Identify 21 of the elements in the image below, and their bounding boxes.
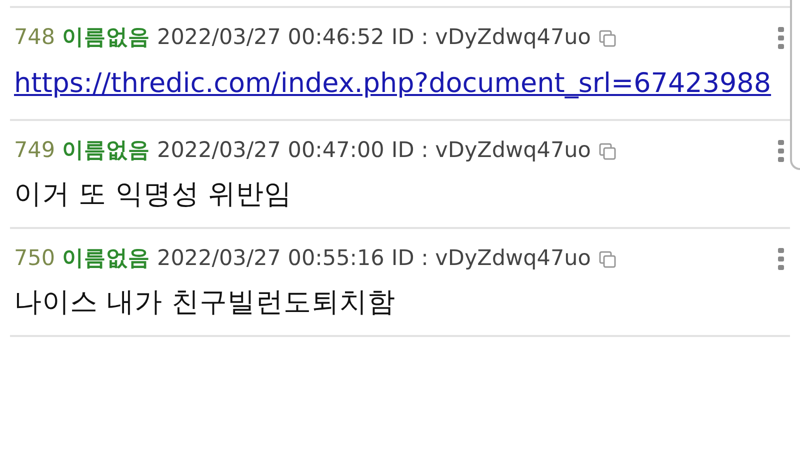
post-text: 나이스 내가 친구빌런도퇴치함 xyxy=(14,285,396,320)
post-number: 748 xyxy=(14,24,56,52)
more-options-icon[interactable] xyxy=(778,248,784,270)
copy-icon[interactable] xyxy=(598,250,616,268)
post-date: 2022/03/27 00:46:52 xyxy=(157,24,384,52)
user-id: ID : vDyZdwq47uo xyxy=(391,24,591,52)
post-number: 749 xyxy=(14,137,56,165)
post-text: 이거 또 익명성 위반임 xyxy=(14,177,294,212)
author-name: 이름없음 xyxy=(62,137,150,165)
copy-icon[interactable] xyxy=(598,142,616,160)
copy-icon[interactable] xyxy=(598,30,616,46)
post-date: 2022/03/27 00:55:16 xyxy=(157,245,384,273)
author-name: 이름없음 xyxy=(62,245,150,273)
post-link[interactable]: https://thredic.com/index.php?document_srl=67423988 xyxy=(14,68,772,99)
author-name: 이름없음 xyxy=(62,24,150,52)
post-date: 2022/03/27 00:47:00 xyxy=(157,137,384,165)
more-options-icon[interactable] xyxy=(778,27,784,49)
post-number: 750 xyxy=(14,245,56,273)
user-id: ID : vDyZdwq47uo xyxy=(391,137,591,165)
user-id: ID : vDyZdwq47uo xyxy=(391,245,591,273)
more-options-icon[interactable] xyxy=(778,140,784,162)
